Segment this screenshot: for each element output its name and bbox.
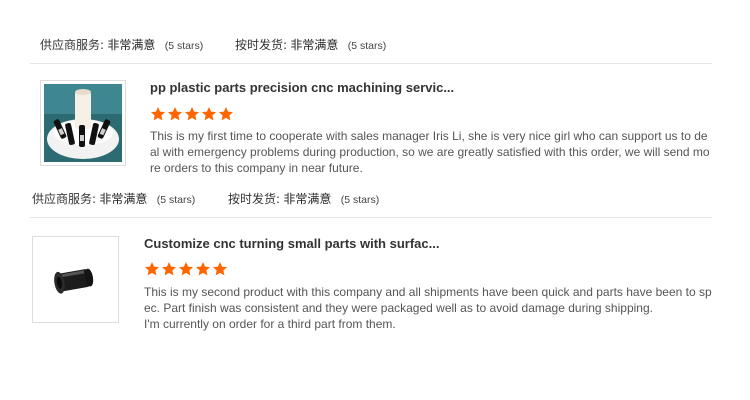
on-time-shipping-label: 按时发货: (235, 38, 288, 52)
supplier-service-stars: (5 stars) (164, 40, 204, 52)
divider (30, 217, 712, 218)
on-time-shipping-label: 按时发货: (228, 192, 281, 206)
star-icon (196, 262, 210, 276)
on-time-shipping-value: 非常满意 (283, 192, 332, 206)
star-icon (202, 107, 216, 121)
white-plastic-part-icon (44, 84, 122, 162)
review-text: This is my second product with this comp… (144, 284, 712, 332)
review-text-line: This is my second product with this comp… (144, 285, 712, 315)
supplier-service-value: 非常满意 (99, 192, 148, 206)
supplier-service-value: 非常满意 (107, 38, 156, 52)
rating-row-top: 供应商服务: 非常满意 (5 stars) 按时发货: 非常满意 (5 star… (40, 36, 420, 52)
star-icon (213, 262, 227, 276)
review-text: This is my first time to cooperate with … (150, 129, 710, 175)
on-time-shipping-stars: (5 stars) (347, 40, 387, 52)
star-icon (219, 107, 233, 121)
product-title-link[interactable]: pp plastic parts precision cnc machining… (150, 80, 454, 95)
supplier-service-label: 供应商服务: (32, 192, 97, 206)
star-icon (168, 107, 182, 121)
rating-row: 供应商服务: 非常满意 (5 stars) 按时发货: 非常满意 (5 star… (32, 190, 412, 206)
supplier-service-stars: (5 stars) (156, 194, 196, 206)
star-icon (162, 262, 176, 276)
supplier-service-label: 供应商服务: (40, 38, 105, 52)
star-icon (179, 262, 193, 276)
review-star-rating (150, 106, 234, 122)
star-icon (185, 107, 199, 121)
product-title-link[interactable]: Customize cnc turning small parts with s… (144, 236, 439, 251)
star-icon (145, 262, 159, 276)
black-turned-part-icon (33, 237, 118, 322)
review-star-rating (144, 261, 228, 277)
on-time-shipping-stars: (5 stars) (340, 194, 380, 206)
review-text-line: I'm currently on order for a third part … (144, 317, 396, 331)
divider (30, 63, 712, 64)
on-time-shipping-value: 非常满意 (290, 38, 339, 52)
star-icon (151, 107, 165, 121)
product-thumbnail[interactable] (40, 80, 126, 166)
product-thumbnail[interactable] (32, 236, 119, 323)
